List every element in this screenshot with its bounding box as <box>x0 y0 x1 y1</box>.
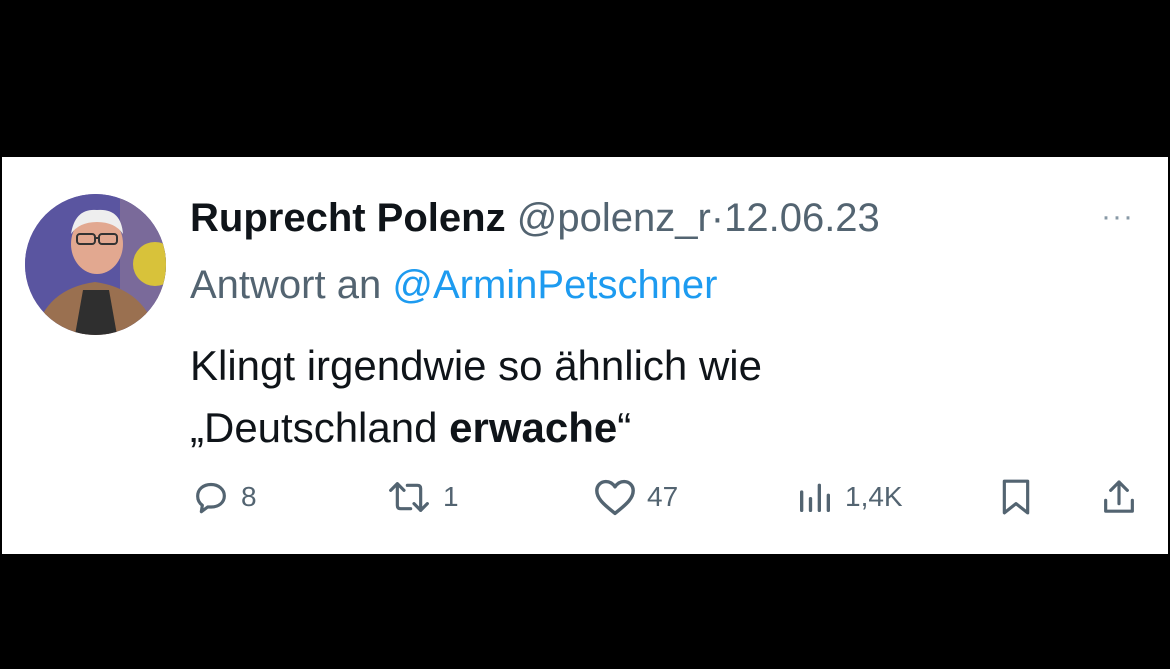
action-bar: 8 1 47 1,4K <box>2 472 1168 522</box>
views-count: 1,4K <box>845 481 903 512</box>
avatar[interactable] <box>25 194 166 335</box>
bookmark-button[interactable] <box>996 472 1036 522</box>
reply-button[interactable]: 8 <box>191 472 257 522</box>
tweet-card[interactable]: Ruprecht Polenz @polenz_r·12.06.23 ··· A… <box>2 157 1168 554</box>
tweet-text-prefix: „Deutschland <box>190 404 450 451</box>
reply-mention-link[interactable]: @ArminPetschner <box>392 263 717 307</box>
bookmark-icon <box>1002 479 1030 515</box>
tweet-header: Ruprecht Polenz @polenz_r·12.06.23 <box>190 194 880 242</box>
views-button[interactable]: 1,4K <box>795 472 903 522</box>
like-icon <box>595 479 635 516</box>
tweet-date[interactable]: 12.06.23 <box>724 196 880 240</box>
reply-count: 8 <box>241 481 257 512</box>
tweet-text: Klingt irgendwie so ähnlich wie „Deutsch… <box>190 335 762 459</box>
author-handle[interactable]: @polenz_r <box>517 196 711 240</box>
like-button[interactable]: 47 <box>593 472 678 522</box>
reply-prefix: Antwort an <box>190 263 382 307</box>
views-icon <box>800 483 830 512</box>
tweet-text-line-2: „Deutschland erwache“ <box>190 397 762 459</box>
retweet-count: 1 <box>443 481 459 512</box>
like-count: 47 <box>647 481 679 512</box>
tweet-text-bold: erwache <box>449 404 618 451</box>
reply-icon <box>196 482 226 514</box>
retweet-button[interactable]: 1 <box>385 472 459 522</box>
reply-context: Antwort an @ArminPetschner <box>190 261 718 309</box>
author-name[interactable]: Ruprecht Polenz <box>190 196 506 240</box>
tweet-text-line-1: Klingt irgendwie so ähnlich wie <box>190 342 762 389</box>
share-icon <box>1104 480 1134 513</box>
more-icon[interactable]: ··· <box>1101 202 1134 232</box>
separator-dot: · <box>710 196 725 240</box>
tweet-text-suffix: “ <box>617 404 632 451</box>
share-button[interactable] <box>1099 472 1139 522</box>
retweet-icon <box>389 482 429 512</box>
avatar-portrait <box>25 194 166 335</box>
